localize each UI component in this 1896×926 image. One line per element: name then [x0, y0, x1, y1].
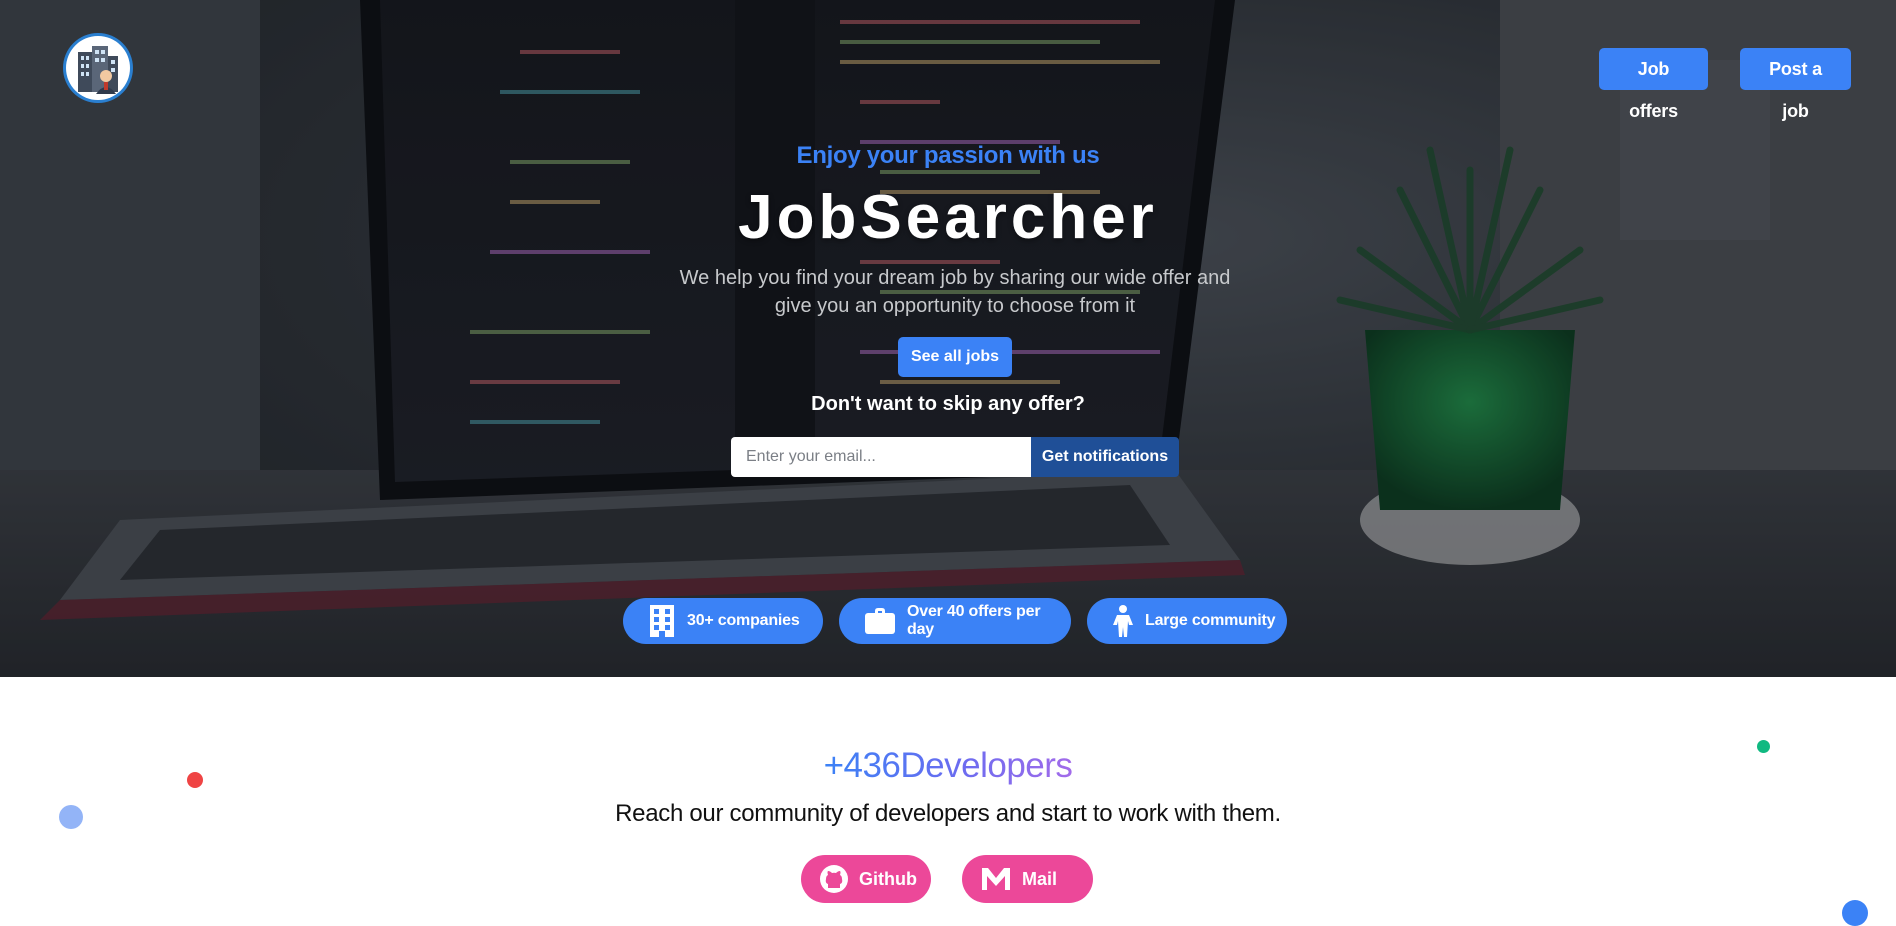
developers-count-text: +436Developers: [823, 746, 1073, 785]
hero-description: We help you find your dream job by shari…: [679, 267, 1231, 317]
github-button-label: Github: [859, 868, 917, 889]
mail-button-label: Mail: [1022, 868, 1058, 889]
feature-label-community: Large community: [1145, 612, 1276, 629]
developers-count-heading: +436Developers: [0, 746, 1896, 786]
feature-label-companies: 30+ companies: [687, 612, 800, 629]
mail-button[interactable]: Mail: [962, 855, 1093, 903]
gmail-icon: [982, 868, 1010, 890]
email-input[interactable]: [731, 437, 1031, 477]
hero-tagline: Enjoy your passion with us: [796, 142, 1100, 169]
person-icon: [1113, 605, 1133, 637]
feature-label-offers: Over 40 offers per day: [907, 603, 1041, 638]
building-icon: [650, 605, 674, 637]
hero-section: Job offers Post a job Enjoy your passion…: [0, 0, 1896, 677]
github-icon: [820, 865, 848, 893]
feature-pill-companies: 30+ companies: [623, 598, 823, 644]
feature-pill-offers: Over 40 offers per day: [839, 598, 1071, 644]
developers-subtitle: Reach our community of developers and st…: [615, 800, 1281, 827]
newsletter-heading: Don't want to skip any offer?: [811, 393, 1085, 415]
github-button[interactable]: Github: [801, 855, 931, 903]
decorative-dot-blue-corner: [1842, 900, 1868, 926]
post-a-job-button[interactable]: Post a job: [1740, 48, 1851, 121]
office-building-with-person-icon: [78, 46, 118, 94]
get-notifications-button[interactable]: Get notifications: [1031, 437, 1179, 477]
briefcase-icon: [865, 608, 895, 634]
see-all-jobs-button[interactable]: See all jobs: [898, 337, 1012, 377]
feature-pill-community: Large community: [1087, 598, 1287, 644]
site-logo[interactable]: [66, 36, 130, 100]
brand-title: JobSearcher: [738, 183, 1158, 252]
job-offers-button[interactable]: Job offers: [1599, 48, 1708, 121]
